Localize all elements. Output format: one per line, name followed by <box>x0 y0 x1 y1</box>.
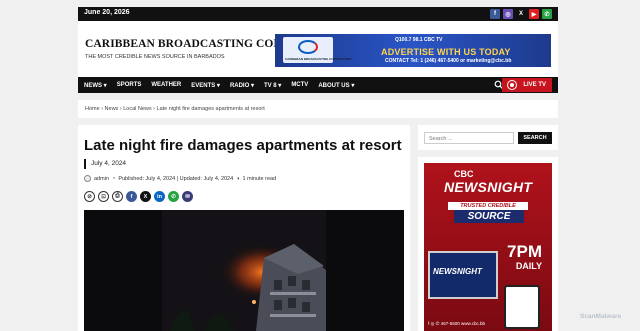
print-icon[interactable]: ⎙ <box>112 191 123 202</box>
nav-item[interactable]: MCTV <box>291 82 308 88</box>
promo-tv-image: NEWSNIGHT <box>428 251 498 299</box>
search-button[interactable]: SEARCH <box>518 132 552 144</box>
youtube-icon[interactable]: ▶ <box>529 9 539 19</box>
live-icon <box>507 80 517 90</box>
nav-item[interactable]: ABOUT US ▾ <box>318 82 354 89</box>
site-tagline: THE MOST CREDIBLE NEWS SOURCE IN BARBADO… <box>85 54 225 60</box>
promo-newsnight: NEWSNIGHT <box>444 179 533 195</box>
live-tv-button[interactable]: LIVE TV <box>502 78 552 92</box>
breadcrumb: Home › News › Local News › Late night fi… <box>78 100 558 118</box>
ad-headline: ADVERTISE WITH US TODAY <box>381 47 511 57</box>
facebook-icon[interactable]: f <box>490 9 500 19</box>
sidebar-search: Search ... SEARCH <box>418 125 558 150</box>
avatar <box>84 175 91 182</box>
top-bar: June 20, 2026 f ◎ X ▶ ✆ <box>78 7 558 21</box>
promo-footer: f ◎ ✆ 467-5500 www.cbc.bb <box>428 321 485 326</box>
search-input[interactable]: Search ... <box>424 132 514 144</box>
promo-cbc: CBC <box>454 169 474 179</box>
share-buttons: ⊘ ⊡ ⎙ f Xin ✆ ✉ <box>84 191 193 202</box>
article-meta: admin ◔ Published: July 4, 2024 | Update… <box>84 175 276 182</box>
bookmark-icon[interactable]: ⊡ <box>98 191 109 202</box>
facebook-icon[interactable]: f <box>126 191 137 202</box>
link-icon[interactable]: ⊘ <box>84 191 95 202</box>
read-time: 1 minute read <box>242 175 277 182</box>
advertise-banner[interactable]: CARIBBEAN BROADCASTING CORPORATION Q100.… <box>275 34 551 67</box>
nav-item[interactable]: NEWS ▾ <box>84 82 107 89</box>
email-icon[interactable]: ✉ <box>182 191 193 202</box>
author-link[interactable]: admin <box>94 176 109 182</box>
clock-icon: ◔ <box>111 175 116 182</box>
ad-contact: CONTACT Tel: 1 (246) 467-5400 or marketi… <box>385 58 512 64</box>
sidebar-promo: CBC NEWSNIGHT TRUSTED CREDIBLE SOURCE NE… <box>418 157 558 331</box>
x-icon[interactable]: X <box>140 191 151 202</box>
promo-daily: DAILY <box>515 261 542 271</box>
instagram-icon[interactable]: ◎ <box>503 9 513 19</box>
nav-item[interactable]: RADIO ▾ <box>230 82 254 89</box>
linkedin-icon[interactable]: in <box>154 191 165 202</box>
article-title: Late night fire damages apartments at re… <box>84 137 402 154</box>
article: Late night fire damages apartments at re… <box>78 125 410 331</box>
main-nav: NEWS ▾ SPORTS WEATHER EVENTS ▾ RADIO ▾ TV 8 ▾… <box>78 77 558 93</box>
whatsapp-icon[interactable]: ✆ <box>542 9 552 19</box>
promo-source: SOURCE <box>454 210 524 223</box>
social-links: f ◎ X ▶ ✆ <box>490 9 552 19</box>
nav-item[interactable]: WEATHER <box>151 82 181 88</box>
breadcrumb-text[interactable]: Home › News › Local News › Late night fi… <box>85 106 265 112</box>
fire-photo <box>84 210 404 331</box>
published-info: Published: July 4, 2024 | Updated: July … <box>118 175 234 182</box>
article-date: July 4, 2024 <box>84 159 126 169</box>
promo-time: 7PM <box>507 242 542 261</box>
timer-icon: ◑ <box>236 175 240 182</box>
nav-item[interactable]: EVENTS ▾ <box>191 82 220 89</box>
site-header: CARIBBEAN BROADCASTING CORPORATION THE M… <box>78 21 558 77</box>
ad-brands: Q100.7 98.1 CBC TV <box>395 37 443 43</box>
article-featured-image <box>84 210 404 331</box>
whatsapp-icon[interactable]: ✆ <box>168 191 179 202</box>
current-date: June 20, 2026 <box>84 9 130 16</box>
nav-menu: NEWS ▾ SPORTS WEATHER EVENTS ▾ RADIO ▾ TV 8 ▾… <box>84 77 354 93</box>
nav-item[interactable]: TV 8 ▾ <box>264 82 281 89</box>
watermark: ScanMalware <box>580 313 622 320</box>
x-icon[interactable]: X <box>516 9 526 19</box>
promo-trusted: TRUSTED CREDIBLE <box>448 202 528 210</box>
newsnight-promo[interactable]: CBC NEWSNIGHT TRUSTED CREDIBLE SOURCE NE… <box>424 163 552 331</box>
nav-item[interactable]: SPORTS <box>117 82 142 88</box>
phone-image <box>504 285 540 329</box>
cbc-logo-icon: CARIBBEAN BROADCASTING CORPORATION <box>283 37 351 63</box>
